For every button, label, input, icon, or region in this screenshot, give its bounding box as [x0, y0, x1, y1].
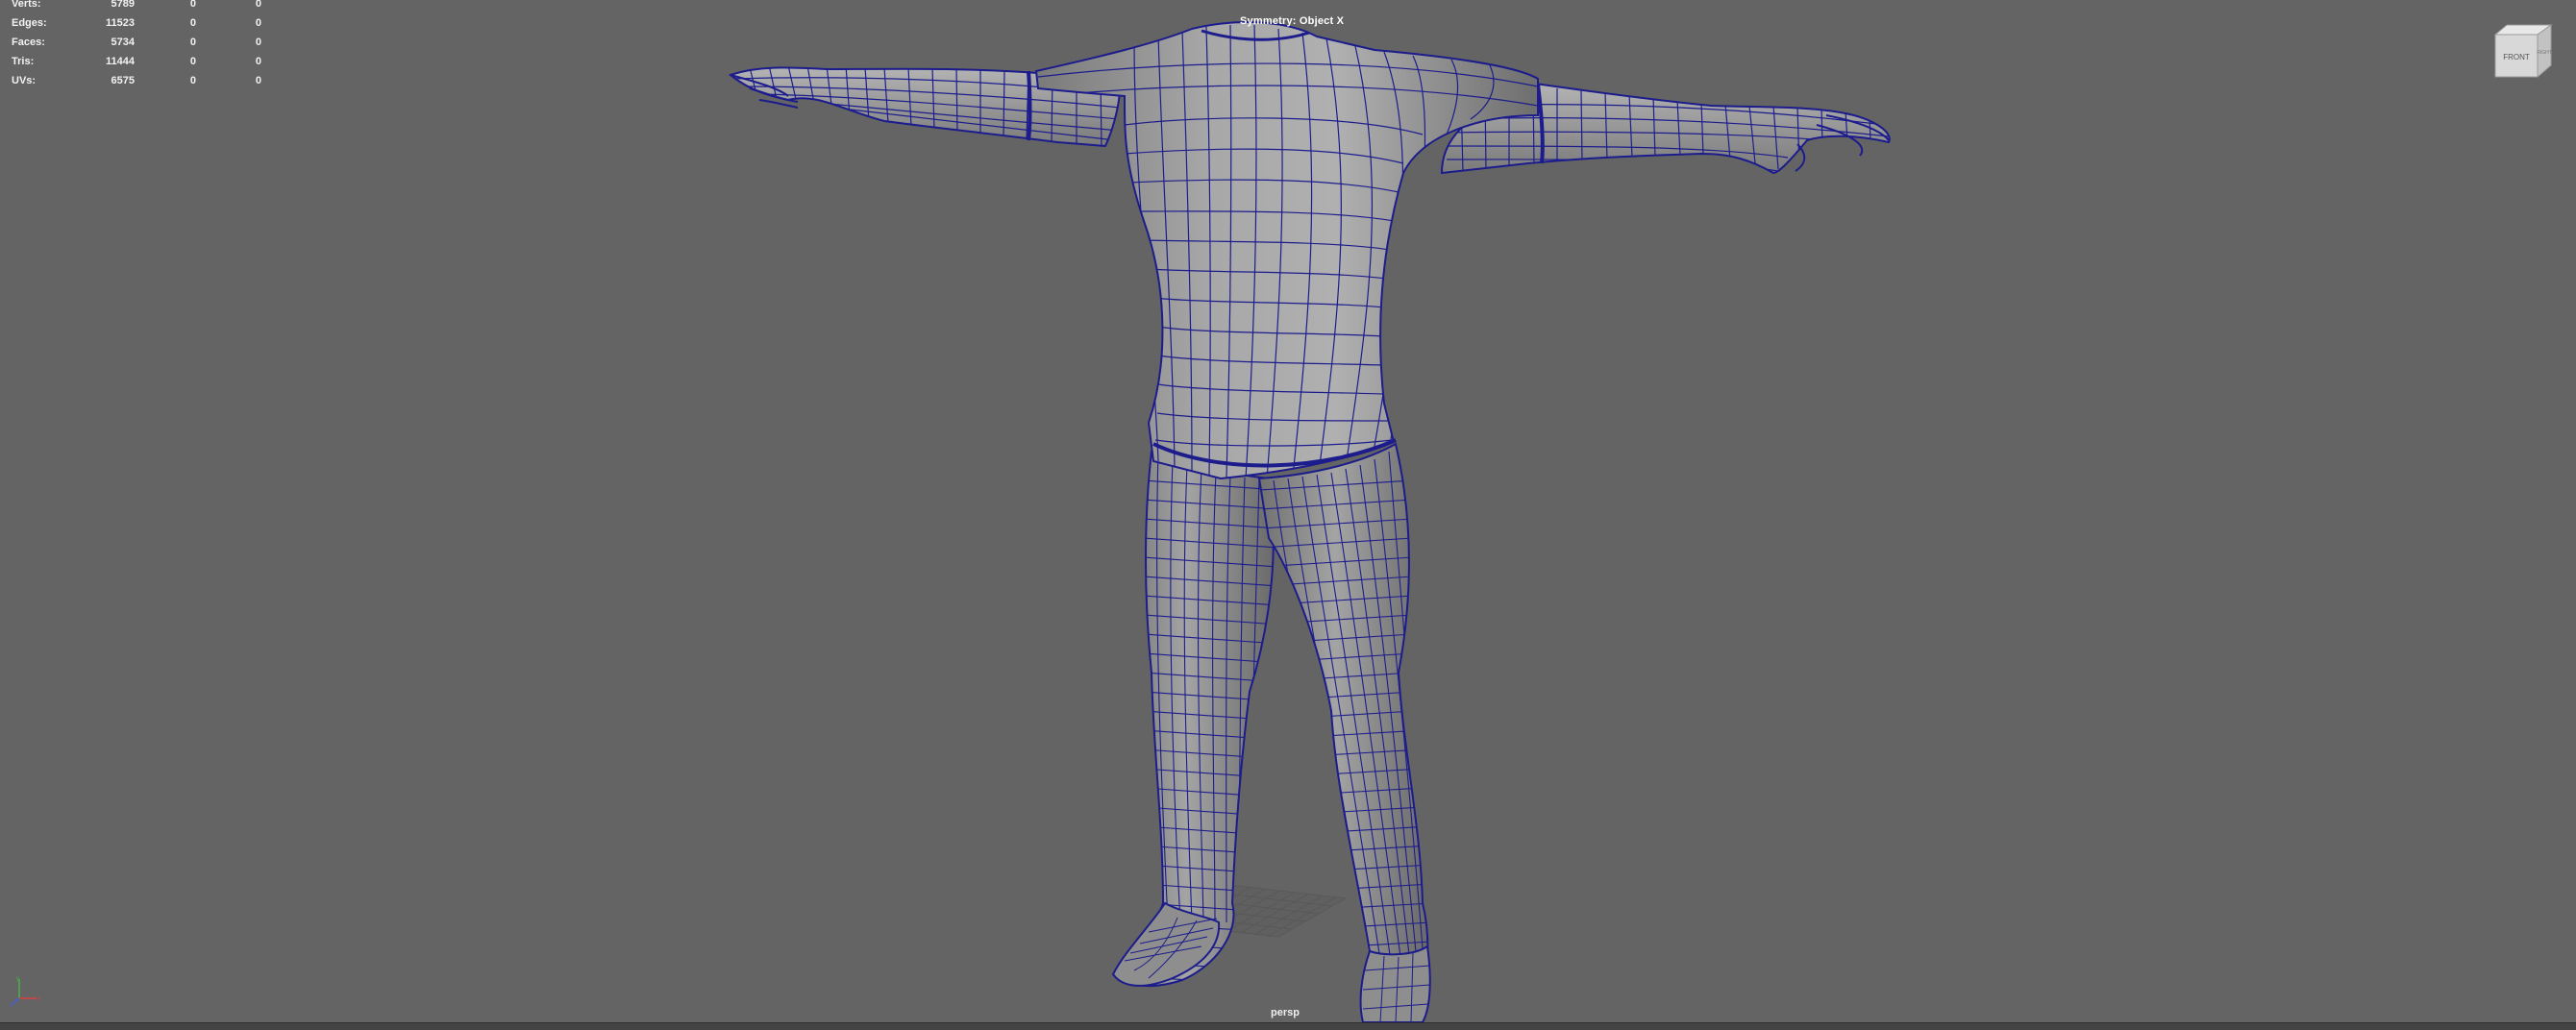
viewcube-front-label[interactable]: FRONT: [2503, 53, 2530, 61]
axis-gizmo-icon: y x z: [10, 976, 40, 1008]
svg-text:z: z: [10, 1003, 12, 1008]
3d-viewport[interactable]: Verts: 5789 0 0 Edges: 11523 0 0 Faces: …: [0, 0, 2576, 1022]
right-foot-mesh: [1359, 944, 1431, 1022]
viewcube-icon[interactable]: FRONT RIGHT: [2489, 21, 2559, 86]
character-mesh[interactable]: [0, 0, 2576, 1022]
svg-text:y: y: [16, 976, 19, 982]
symmetry-indicator: Symmetry: Object X: [1240, 15, 1345, 27]
svg-text:x: x: [37, 996, 40, 1002]
viewcube-right-label[interactable]: RIGHT: [2537, 50, 2552, 56]
torso-mesh: [1034, 21, 1539, 480]
camera-name-label: persp: [1271, 1007, 1300, 1018]
right-leg-mesh: [1257, 442, 1429, 1022]
